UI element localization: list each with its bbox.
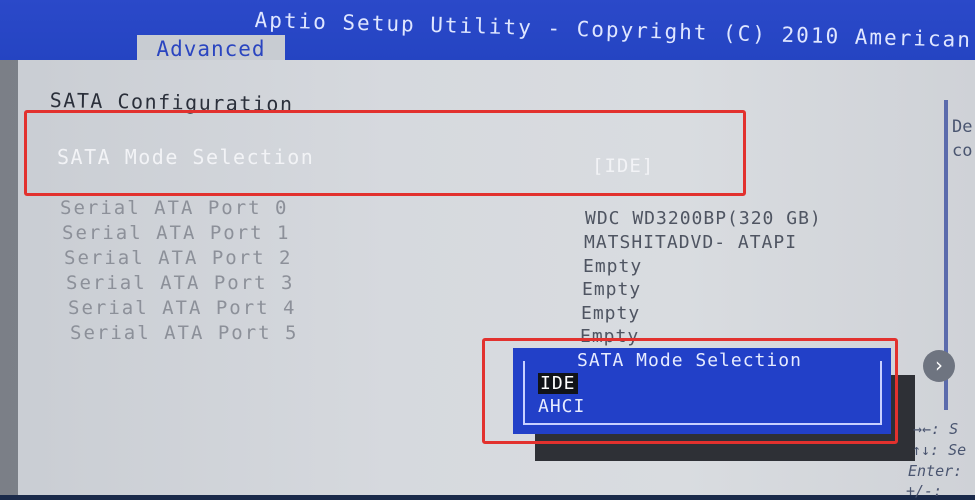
title-bar: Aptio Setup Utility - Copyright (C) 2010… bbox=[0, 0, 975, 65]
port-2-label: Serial ATA Port 2 bbox=[64, 247, 293, 269]
port-0-label: Serial ATA Port 0 bbox=[60, 197, 289, 219]
key-help-line-3: Enter: bbox=[908, 462, 963, 480]
highlight-box-setting bbox=[24, 110, 746, 196]
port-3-value: Empty bbox=[582, 279, 642, 300]
screen-bezel bbox=[0, 60, 18, 495]
port-2-value: Empty bbox=[583, 256, 643, 277]
port-4-label: Serial ATA Port 4 bbox=[68, 297, 297, 319]
port-1-label: Serial ATA Port 1 bbox=[62, 222, 291, 244]
port-4-value: Empty bbox=[581, 303, 641, 324]
key-help-line-2: ↑↓: Se bbox=[912, 441, 967, 459]
app-title: Aptio Setup Utility - Copyright (C) 2010… bbox=[254, 8, 975, 53]
key-help-line-4: +/-: bbox=[906, 482, 943, 500]
port-3-label: Serial ATA Port 3 bbox=[66, 272, 295, 294]
port-5-label: Serial ATA Port 5 bbox=[70, 322, 299, 344]
port-1-value: MATSHITADVD- ATAPI bbox=[584, 232, 798, 253]
help-text-line-1: De bbox=[952, 117, 973, 137]
highlight-box-popup bbox=[482, 338, 898, 444]
key-help-line-1: →←: S bbox=[913, 420, 959, 438]
port-0-value: WDC WD3200BP(320 GB) bbox=[585, 208, 822, 229]
next-arrow-button[interactable]: › bbox=[923, 350, 955, 382]
help-text-line-2: co bbox=[952, 141, 973, 161]
